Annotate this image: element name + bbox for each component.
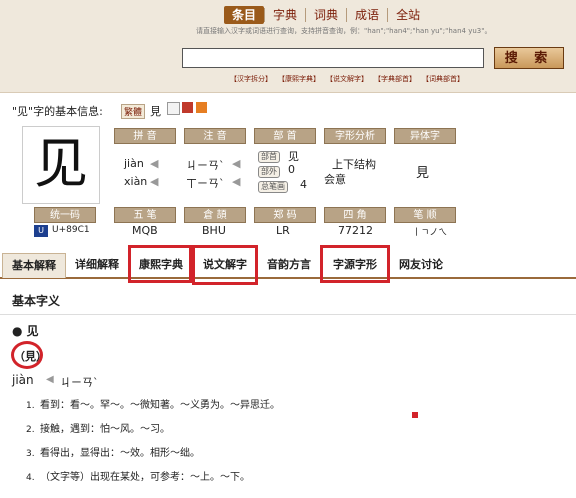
wubi-value: MQB [132, 224, 158, 237]
character-display: 见 [22, 126, 100, 204]
link-kangxi[interactable]: 【康熙字典】 [278, 74, 320, 84]
label-zhengma: 郑 码 [254, 207, 316, 223]
cangjie-value: BHU [202, 224, 226, 237]
bushou-label: 部首 [258, 151, 280, 163]
link-shuowen[interactable]: 【说文解字】 [326, 74, 368, 84]
info-title: "见"字的基本信息: [12, 105, 103, 118]
speaker-icon[interactable]: ◀︎ [232, 175, 240, 188]
label-unicode: 统一码 [34, 207, 96, 223]
label-wubi: 五 笔 [114, 207, 176, 223]
definition-item: 4. （文字等）出现在某处，可参考：～上。～下。 [26, 468, 250, 483]
yiti-char[interactable]: 見 [416, 162, 429, 181]
definition-item: 3. 看得出，显得出：～效。相形～绌。 [26, 444, 200, 459]
section-title: 基本字义 [12, 294, 61, 308]
def-text: 接触，遇到：怕～风。～习。 [40, 424, 170, 435]
zixing-structure: 上下结构 [332, 158, 376, 171]
link-zidian-bushou[interactable]: 【字典部首】 [374, 74, 416, 84]
nav-tiaomu[interactable]: 条目 [224, 6, 265, 24]
link-hanzi-chaifen[interactable]: 【汉字拆分】 [230, 74, 272, 84]
pronunciation-zhuyin: ㄐㄧㄢˋ [60, 376, 99, 389]
nav-cidian[interactable]: 词典 [306, 6, 346, 24]
highlight-box-shuowen [192, 245, 258, 285]
quick-links: 【汉字拆分】 【康熙字典】 【说文解字】 【字典部首】 【词典部首】 [230, 74, 470, 84]
link-cidian-bushou[interactable]: 【词典部首】 [422, 74, 464, 84]
label-zhuyin: 注 音 [184, 128, 246, 144]
nav-quanzhan[interactable]: 全站 [388, 6, 428, 24]
speaker-icon[interactable]: ◀︎ [46, 374, 54, 385]
pinyin-jian: jiàn [124, 157, 144, 170]
tab-bar: 基本解释 详细解释 康熙字典 说文解字 音韵方言 字源字形 网友讨论 [0, 253, 576, 279]
char-heading: ● 见 [12, 324, 39, 338]
bushou-value[interactable]: 见 [288, 148, 299, 164]
nav-zidian[interactable]: 字典 [265, 6, 305, 24]
pinyin-xian: xiàn [124, 175, 148, 188]
label-sijiao: 四 角 [324, 207, 386, 223]
zhuyin-xian: ㄒㄧㄢˋ [186, 177, 225, 190]
traditional-badge[interactable]: 繁體 [121, 104, 146, 119]
site-header: 条目 字典 词典 成语 全站 请直接输入汉字或词语进行查询，支持拼音查询，例："… [0, 0, 576, 93]
zongbihua-value: 4 [300, 178, 307, 191]
search-input[interactable] [182, 48, 484, 68]
def-number: 1. [26, 401, 35, 411]
zhengma-value: LR [276, 224, 290, 237]
search-button[interactable]: 搜 索 [494, 47, 564, 69]
label-cangjie: 倉 頡 [184, 207, 246, 223]
def-text: 看得出，显得出：～效。相形～绌。 [40, 448, 200, 459]
def-text: （文字等）出现在某处，可参考：～上。～下。 [40, 472, 250, 483]
def-text: 看到：看～。罕～。～微知著。～义勇为。～异思迁。 [40, 400, 280, 411]
zongbihua-label: 总笔画 [258, 181, 288, 193]
tab-yinyun[interactable]: 音韵方言 [258, 253, 320, 277]
speaker-icon[interactable]: ◀︎ [150, 175, 158, 188]
label-yiti: 异体字 [394, 128, 456, 144]
tab-wangyou[interactable]: 网友讨论 [390, 253, 452, 277]
top-nav: 条目 字典 词典 成语 全站 [224, 6, 428, 24]
buwai-label: 部外 [258, 166, 280, 178]
label-bushou: 部 首 [254, 128, 316, 144]
def-number: 2. [26, 425, 35, 435]
label-pinyin: 拼 音 [114, 128, 176, 144]
red-marker [412, 412, 418, 418]
traditional-char: 見 [150, 105, 161, 118]
def-number: 4. [26, 473, 35, 483]
label-bishun: 笔 顺 [394, 207, 456, 223]
stroke-icon[interactable] [182, 102, 193, 113]
sijiao-value: 77212 [338, 224, 373, 237]
speaker-icon[interactable]: ◀︎ [232, 157, 240, 170]
unicode-icon: U [34, 225, 48, 237]
highlight-box-kangxi [128, 245, 192, 283]
nav-chengyu[interactable]: 成语 [347, 6, 387, 24]
definition-item: 1. 看到：看～。罕～。～微知著。～义勇为。～异思迁。 [26, 396, 280, 411]
tab-jiben[interactable]: 基本解释 [2, 253, 66, 278]
image-icon[interactable] [167, 102, 180, 115]
buwai-value: 0 [288, 163, 295, 176]
search-hint: 请直接输入汉字或词语进行查询，支持拼音查询，例："han";"han4";"ha… [196, 27, 492, 35]
highlight-circle [11, 341, 43, 369]
def-number: 3. [26, 449, 35, 459]
tab-xiangxi[interactable]: 详细解释 [66, 253, 128, 277]
bishun-value: 丨ㄱノㄟ [412, 228, 448, 238]
zixing-type: 会意 [324, 173, 346, 186]
unicode-value: U+89C1 [52, 225, 90, 235]
zhuyin-jian: ㄐㄧㄢˋ [186, 159, 225, 172]
sound-icon[interactable] [196, 102, 207, 113]
speaker-icon[interactable]: ◀︎ [150, 157, 158, 170]
pronunciation: jiàn [12, 373, 34, 387]
definition-item: 2. 接触，遇到：怕～风。～习。 [26, 420, 170, 435]
highlight-box-ziyuan [320, 245, 390, 283]
divider [0, 314, 576, 315]
label-zixing: 字形分析 [324, 128, 386, 144]
